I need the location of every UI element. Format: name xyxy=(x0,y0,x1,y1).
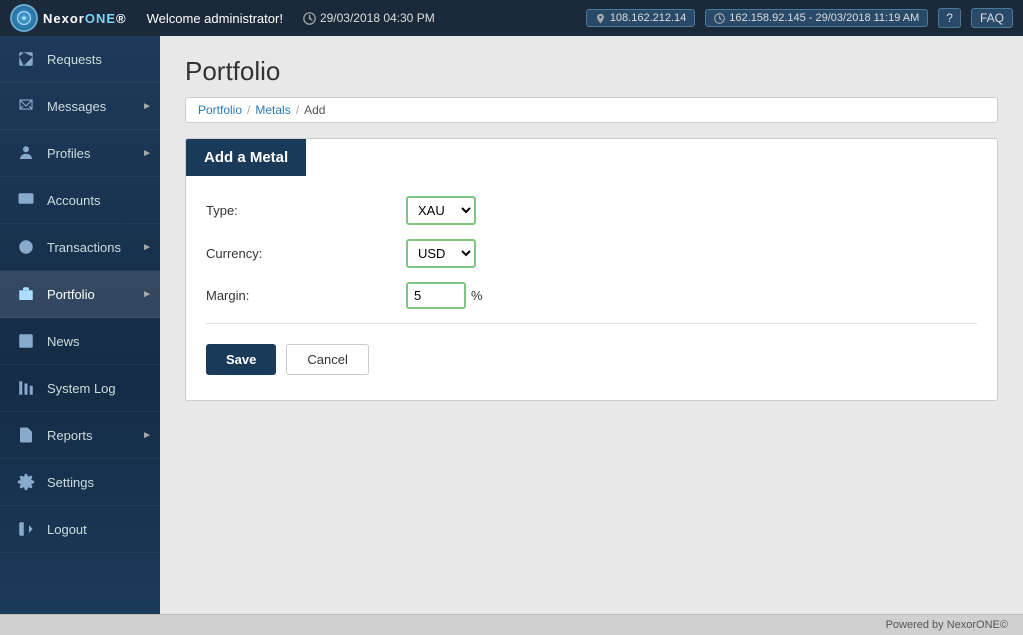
type-control-wrap: XAU XAG XPT XPD xyxy=(406,196,476,225)
sidebar-label-messages: Messages xyxy=(47,99,145,114)
reports-arrow-icon: ► xyxy=(142,430,152,441)
breadcrumb: Portfolio / Metals / Add xyxy=(185,97,998,123)
sidebar-item-news[interactable]: News xyxy=(0,318,160,365)
form-actions: Save Cancel xyxy=(206,339,977,380)
form-card: Add a Metal Type: XAU XAG XPT XPD xyxy=(185,138,998,401)
footer: Powered by NexorONE© xyxy=(0,614,1023,635)
messages-icon xyxy=(15,95,37,117)
page-title: Portfolio xyxy=(185,56,998,87)
sidebar-item-logout[interactable]: Logout xyxy=(0,506,160,553)
breadcrumb-add: Add xyxy=(304,103,325,117)
sidebar-item-requests[interactable]: Requests xyxy=(0,36,160,83)
sidebar-item-portfolio[interactable]: Portfolio ► xyxy=(0,271,160,318)
header-welcome: Welcome administrator! xyxy=(147,11,283,26)
profiles-arrow-icon: ► xyxy=(142,148,152,159)
form-row-margin: Margin: % xyxy=(206,282,977,309)
requests-icon xyxy=(15,48,37,70)
sidebar-label-reports: Reports xyxy=(47,428,145,443)
transactions-arrow-icon: ► xyxy=(142,242,152,253)
type-label: Type: xyxy=(206,203,406,218)
profiles-icon xyxy=(15,142,37,164)
logo: NexorONE® xyxy=(10,4,127,32)
main-content: Portfolio Portfolio / Metals / Add Add a… xyxy=(160,36,1023,614)
sidebar-label-news: News xyxy=(47,334,145,349)
footer-text: Powered by NexorONE© xyxy=(886,619,1008,631)
sidebar-label-requests: Requests xyxy=(47,52,145,67)
currency-label: Currency: xyxy=(206,246,406,261)
sidebar-item-profiles[interactable]: Profiles ► xyxy=(0,130,160,177)
systemlog-icon xyxy=(15,377,37,399)
sidebar-label-profiles: Profiles xyxy=(47,146,145,161)
save-button[interactable]: Save xyxy=(206,344,276,375)
type-select[interactable]: XAU XAG XPT XPD xyxy=(406,196,476,225)
header: NexorONE® Welcome administrator! 29/03/2… xyxy=(0,0,1023,36)
sidebar-item-settings[interactable]: Settings xyxy=(0,459,160,506)
reports-icon xyxy=(15,424,37,446)
breadcrumb-sep-1: / xyxy=(247,103,250,117)
logo-text: NexorONE® xyxy=(43,11,127,26)
margin-input[interactable] xyxy=(406,282,466,309)
portfolio-icon xyxy=(15,283,37,305)
sidebar-item-systemlog[interactable]: System Log xyxy=(0,365,160,412)
portfolio-arrow-icon: ► xyxy=(142,289,152,300)
sidebar: Requests Messages ► Profiles ► Accounts xyxy=(0,36,160,614)
form-row-currency: Currency: USD EUR GBP JPY xyxy=(206,239,977,268)
margin-control-wrap: % xyxy=(406,282,483,309)
accounts-icon xyxy=(15,189,37,211)
form-row-type: Type: XAU XAG XPT XPD xyxy=(206,196,977,225)
sidebar-label-transactions: Transactions xyxy=(47,240,145,255)
faq-button[interactable]: FAQ xyxy=(971,8,1013,28)
sidebar-item-accounts[interactable]: Accounts xyxy=(0,177,160,224)
header-session: 162.158.92.145 - 29/03/2018 11:19 AM xyxy=(705,9,928,27)
form-card-body: Type: XAU XAG XPT XPD Currency: xyxy=(186,176,997,400)
margin-label: Margin: xyxy=(206,288,406,303)
cancel-button[interactable]: Cancel xyxy=(286,344,368,375)
form-card-header: Add a Metal xyxy=(186,139,306,176)
sidebar-label-accounts: Accounts xyxy=(47,193,145,208)
currency-select[interactable]: USD EUR GBP JPY xyxy=(406,239,476,268)
sidebar-item-transactions[interactable]: Transactions ► xyxy=(0,224,160,271)
header-ip: 108.162.212.14 xyxy=(586,9,695,27)
settings-icon xyxy=(15,471,37,493)
sidebar-item-messages[interactable]: Messages ► xyxy=(0,83,160,130)
body-layout: Requests Messages ► Profiles ► Accounts xyxy=(0,36,1023,614)
header-datetime: 29/03/2018 04:30 PM xyxy=(303,11,435,25)
breadcrumb-metals[interactable]: Metals xyxy=(255,103,290,117)
currency-control-wrap: USD EUR GBP JPY xyxy=(406,239,476,268)
transactions-icon xyxy=(15,236,37,258)
form-divider xyxy=(206,323,977,324)
sidebar-label-logout: Logout xyxy=(47,522,145,537)
breadcrumb-portfolio[interactable]: Portfolio xyxy=(198,103,242,117)
logo-icon xyxy=(10,4,38,32)
sidebar-item-reports[interactable]: Reports ► xyxy=(0,412,160,459)
sidebar-label-portfolio: Portfolio xyxy=(47,287,145,302)
logout-icon xyxy=(15,518,37,540)
help-button[interactable]: ? xyxy=(938,8,961,28)
messages-arrow-icon: ► xyxy=(142,101,152,112)
breadcrumb-sep-2: / xyxy=(296,103,299,117)
sidebar-label-systemlog: System Log xyxy=(47,381,145,396)
sidebar-label-settings: Settings xyxy=(47,475,145,490)
percent-label: % xyxy=(471,288,483,303)
news-icon xyxy=(15,330,37,352)
